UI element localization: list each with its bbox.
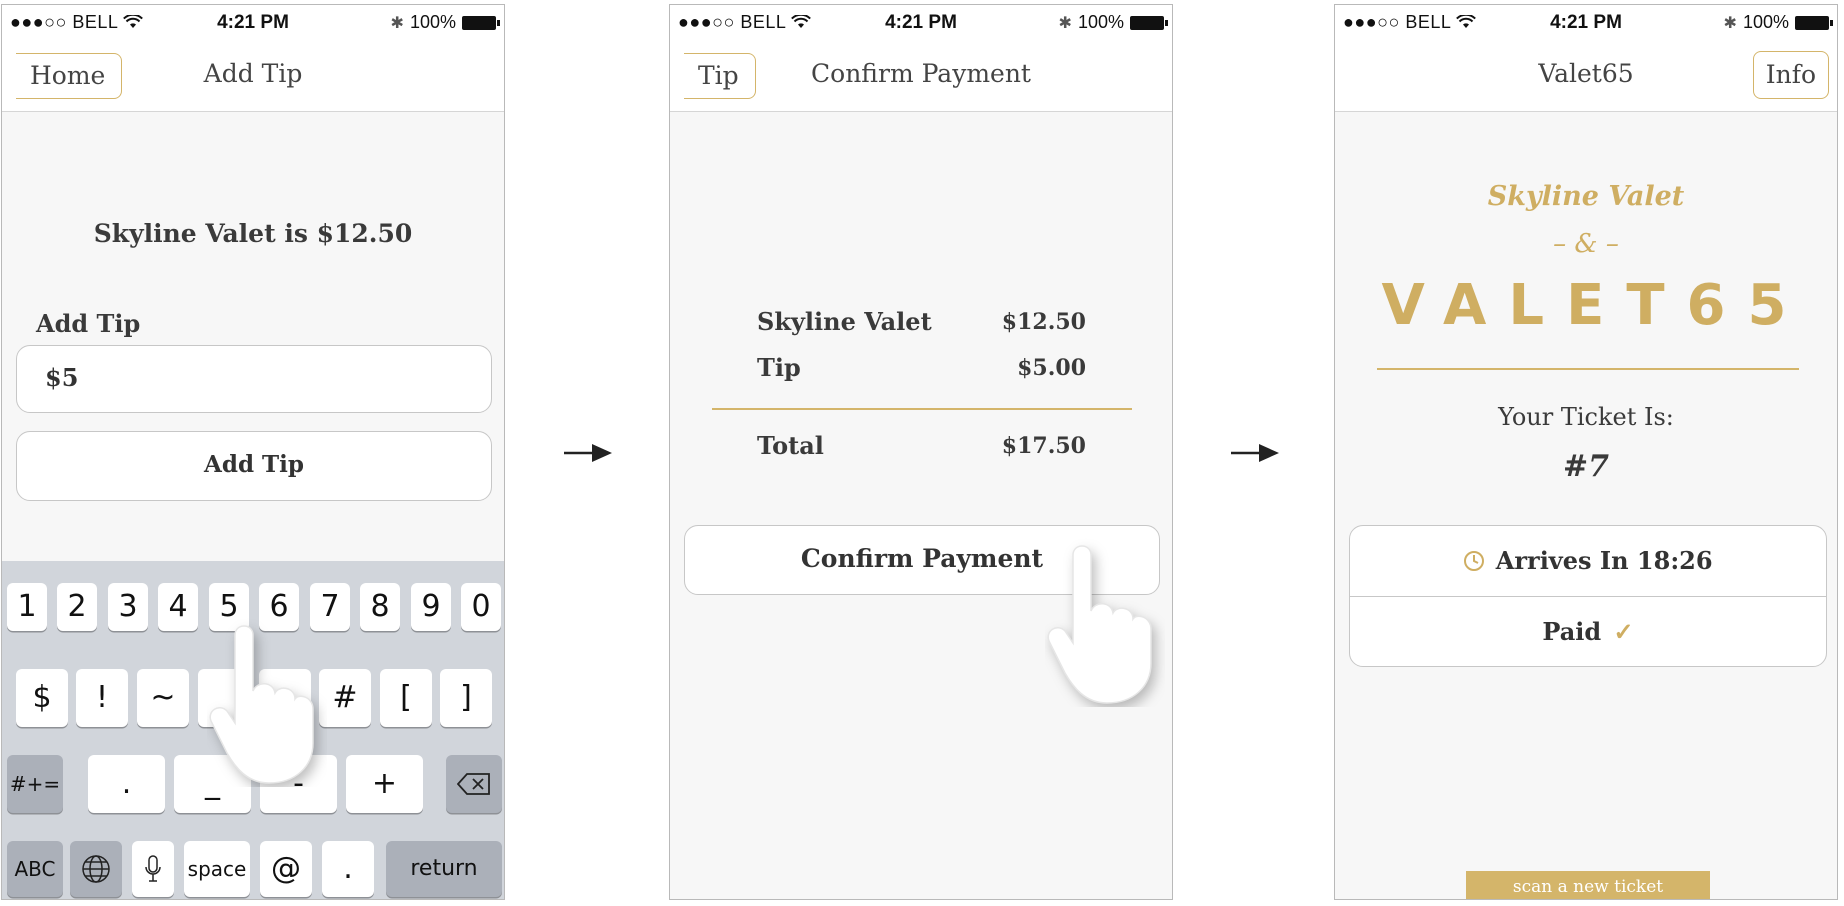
arrival-text: Arrives In 18:26	[1495, 546, 1713, 575]
status-bar: ●●●○○ BELL 4:21 PM ✱ 100%	[670, 5, 1172, 39]
status-bar: ●●●○○ BELL 4:21 PM ✱ 100%	[2, 5, 504, 39]
key-return[interactable]: return	[386, 841, 502, 897]
key-abc[interactable]: ABC	[7, 841, 63, 897]
logo-divider	[1377, 368, 1799, 370]
nav-bar: Tip Confirm Payment	[670, 39, 1172, 112]
partner-brand: Skyline Valet	[1487, 181, 1685, 212]
battery-icon	[462, 15, 500, 30]
key-at[interactable]: @	[260, 841, 312, 897]
line-item-label: Skyline Valet	[757, 307, 932, 336]
hand-pointer-icon	[1047, 545, 1152, 704]
status-right: ✱ 100%	[1723, 12, 1833, 33]
key-exclamation[interactable]: !	[76, 669, 128, 727]
payment-status-row: Paid ✓	[1350, 597, 1826, 666]
battery-icon	[1130, 15, 1168, 30]
screen-ticket: ●●●○○ BELL 4:21 PM ✱ 100% Valet65 Info S…	[1334, 4, 1838, 900]
key-2[interactable]: 2	[57, 583, 97, 631]
delete-key-icon[interactable]	[446, 755, 502, 813]
add-tip-button[interactable]: Add Tip	[16, 431, 492, 501]
scan-ticket-button[interactable]: scan a new ticket	[1466, 871, 1710, 899]
arrow-right-icon	[1231, 444, 1279, 462]
key-period-bottom[interactable]: .	[322, 841, 374, 897]
bluetooth-icon: ✱	[1723, 14, 1737, 32]
screen-confirm-payment: ●●●○○ BELL 4:21 PM ✱ 100% Tip Confirm Pa…	[669, 4, 1173, 900]
hand-pointer-icon	[209, 625, 314, 784]
arrow-right-icon	[564, 444, 612, 462]
battery-percent: 100%	[409, 12, 456, 32]
page-title: Confirm Payment	[811, 59, 1031, 88]
status-bar: ●●●○○ BELL 4:21 PM ✱ 100%	[1335, 5, 1837, 39]
nav-bar: Valet65 Info	[1335, 39, 1837, 112]
total-label: Total	[757, 431, 824, 460]
brand-ampersand: – & –	[1553, 229, 1619, 259]
key-tilde[interactable]: ~	[137, 669, 189, 727]
battery-percent: 100%	[1742, 12, 1789, 32]
battery-percent: 100%	[1077, 12, 1124, 32]
globe-icon[interactable]	[70, 841, 122, 897]
info-button[interactable]: Info	[1752, 51, 1829, 99]
key-0[interactable]: 0	[461, 583, 501, 631]
nav-bar: Home Add Tip	[2, 39, 504, 112]
key-space[interactable]: space	[184, 841, 250, 897]
key-more-symbols[interactable]: #+=	[7, 755, 63, 813]
tip-amount-input[interactable]: $5	[16, 345, 492, 413]
status-right: ✱ 100%	[1058, 12, 1168, 33]
line-item-value: $12.50	[1001, 309, 1086, 335]
key-dollar[interactable]: $	[16, 669, 68, 727]
key-plus[interactable]: +	[346, 755, 423, 813]
total-divider	[712, 408, 1132, 410]
clock-icon	[1464, 551, 1485, 571]
ticket-number: #7	[1562, 449, 1609, 484]
key-bracket-close[interactable]: ]	[440, 669, 492, 727]
screen-add-tip: ●●●○○ BELL 4:21 PM ✱ 100% Home Add Tip S…	[1, 4, 505, 900]
key-4[interactable]: 4	[158, 583, 198, 631]
key-period[interactable]: .	[88, 755, 165, 813]
checkmark-icon: ✓	[1613, 617, 1634, 646]
key-1[interactable]: 1	[7, 583, 47, 631]
key-8[interactable]: 8	[360, 583, 400, 631]
bluetooth-icon: ✱	[390, 14, 404, 32]
total-value: $17.50	[1001, 433, 1086, 459]
key-9[interactable]: 9	[411, 583, 451, 631]
line-item-label: Tip	[757, 353, 801, 382]
ticket-label: Your Ticket Is:	[1498, 403, 1674, 431]
valet65-logo: VALET65	[1381, 273, 1809, 338]
paid-text: Paid	[1542, 617, 1602, 646]
line-item-value: $5.00	[1017, 355, 1086, 381]
bluetooth-icon: ✱	[1058, 14, 1072, 32]
key-3[interactable]: 3	[108, 583, 148, 631]
battery-icon	[1795, 15, 1833, 30]
ticket-status-panel: Arrives In 18:26 Paid ✓	[1349, 525, 1827, 667]
status-right: ✱ 100%	[390, 12, 500, 33]
arrival-row: Arrives In 18:26	[1350, 526, 1826, 597]
key-bracket-open[interactable]: [	[380, 669, 432, 727]
price-headline: Skyline Valet is $12.50	[93, 219, 413, 248]
page-title: Add Tip	[203, 59, 303, 88]
tip-label: Add Tip	[36, 309, 141, 338]
microphone-icon[interactable]	[132, 841, 174, 897]
